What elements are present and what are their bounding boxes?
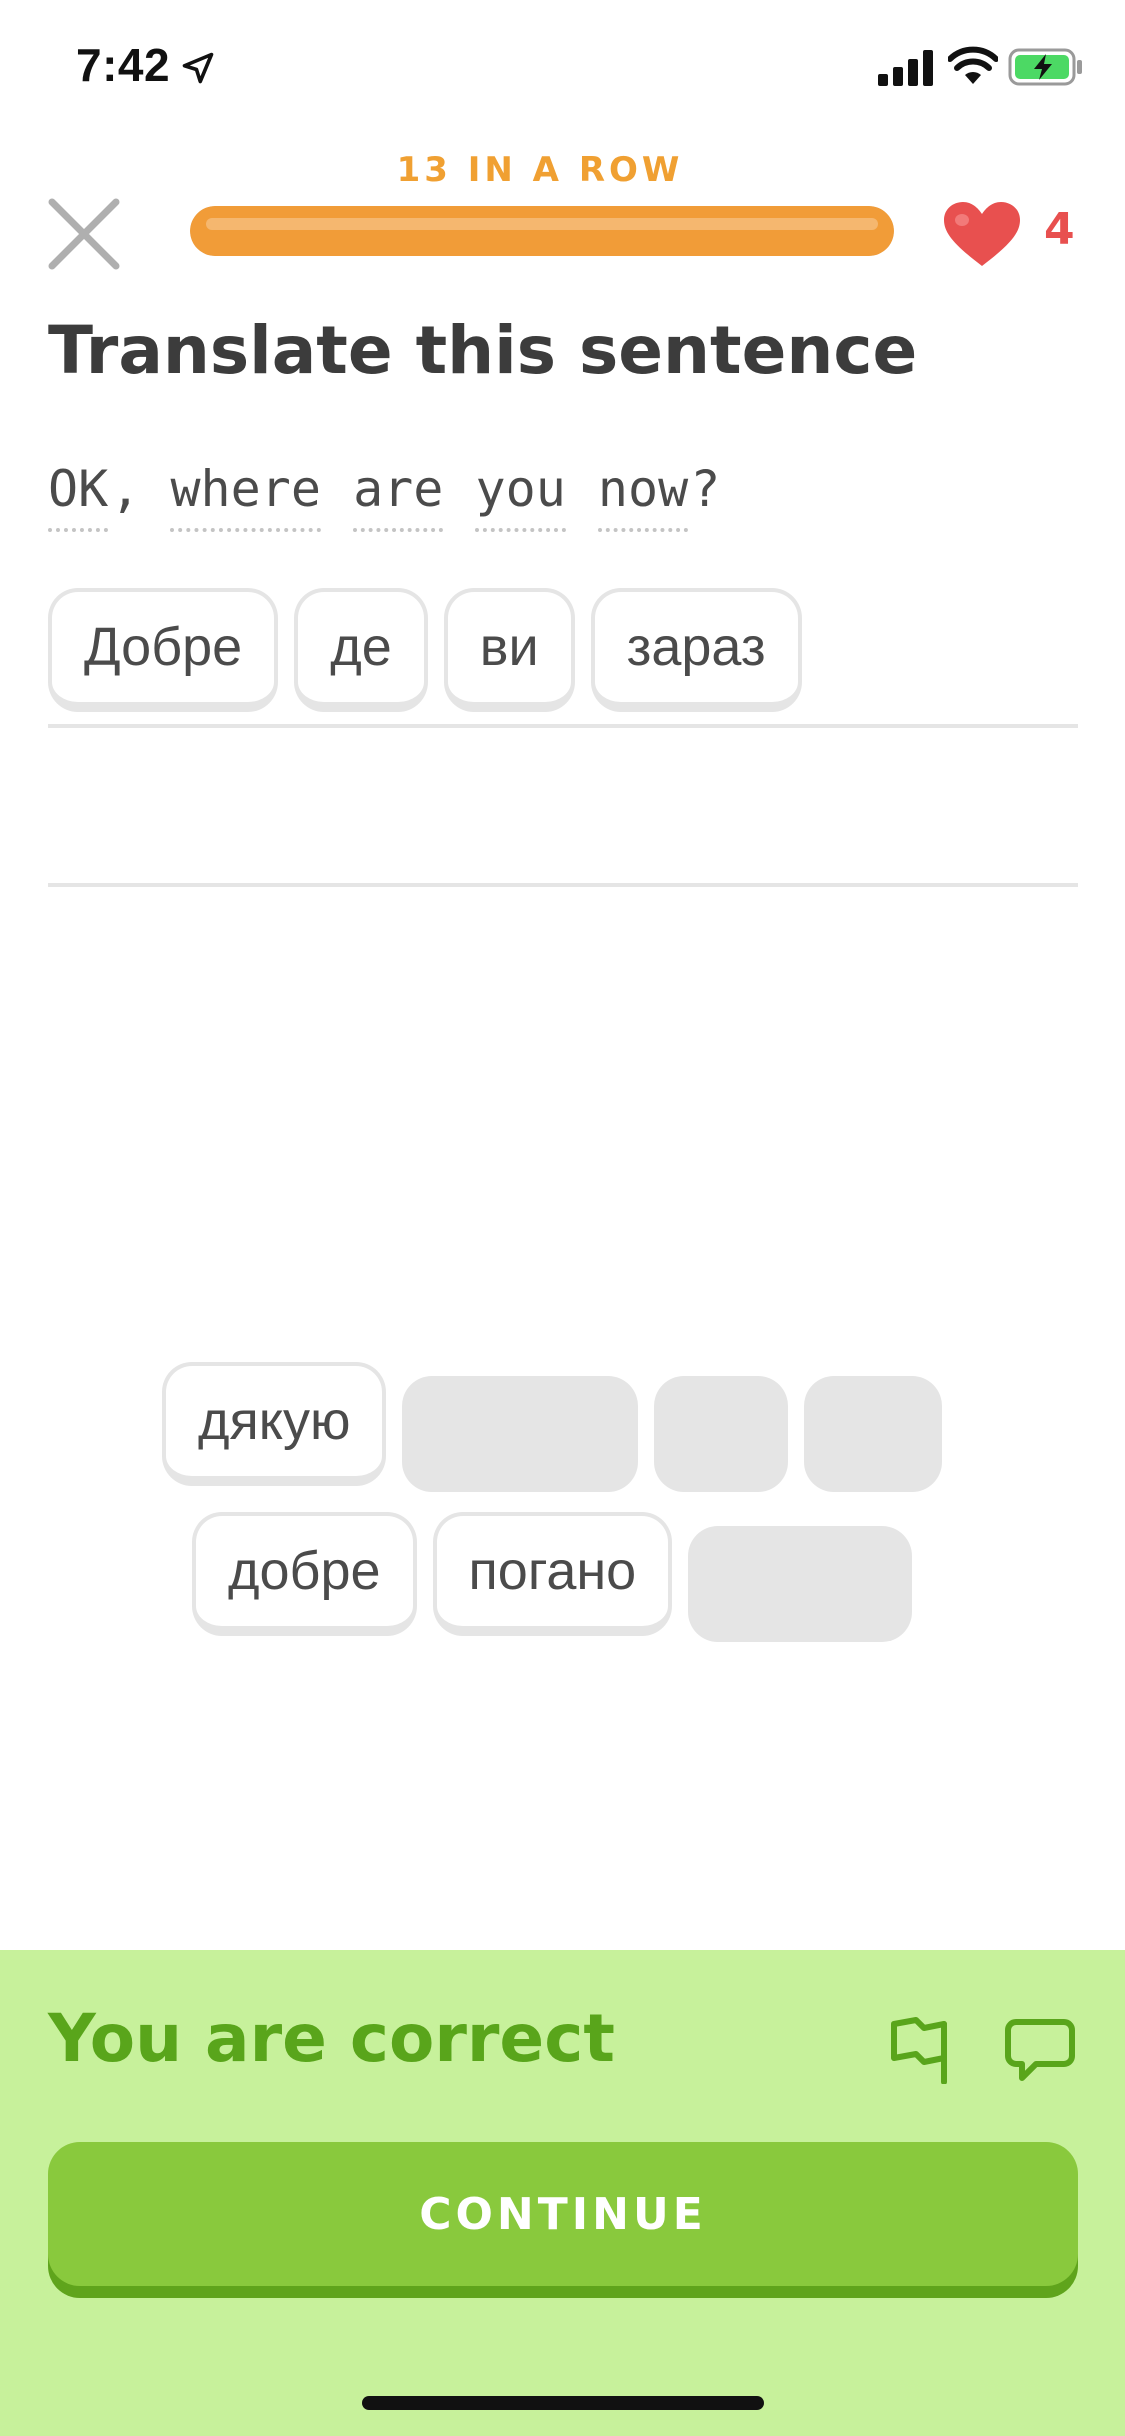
hint-word[interactable]: you — [475, 460, 566, 532]
hint-word[interactable]: OK — [48, 460, 109, 532]
exercise-title: Translate this sentence — [48, 312, 918, 389]
location-arrow-icon — [182, 52, 214, 84]
answer-tile[interactable]: ви — [443, 588, 575, 712]
hearts-count: 4 — [1044, 204, 1075, 255]
answer-tile[interactable]: Добре — [48, 588, 279, 712]
answer-line-1 — [48, 724, 1078, 728]
word-bank-empty-slot — [402, 1376, 639, 1492]
source-sentence: OK, where are you now? — [48, 460, 720, 532]
word-bank-empty-slot — [654, 1376, 789, 1492]
word-bank-row: дякую — [162, 1362, 943, 1492]
hint-word[interactable]: are — [353, 460, 444, 532]
punctuation: ? — [690, 460, 721, 518]
streak-label: 13 IN A ROW — [396, 150, 684, 190]
continue-button[interactable]: CONTINUE — [48, 2142, 1078, 2286]
hint-word[interactable]: now — [597, 460, 689, 532]
comment-icon[interactable] — [1004, 2018, 1076, 2082]
heart-icon — [944, 202, 1020, 266]
answer-tile[interactable]: зараз — [590, 588, 802, 712]
progress-fill — [190, 206, 894, 256]
answer-area: Добре де ви зараз — [48, 588, 802, 712]
status-bar: 7:42 — [0, 0, 1125, 140]
lesson-progress-bar — [190, 206, 894, 256]
battery-charging-icon — [1008, 48, 1082, 86]
feedback-panel: You are correct CONTINUE — [0, 1950, 1125, 2436]
hint-word[interactable]: where — [170, 460, 321, 532]
answer-tile[interactable]: де — [294, 588, 428, 712]
word-bank-tile[interactable]: добре — [192, 1512, 417, 1636]
home-indicator — [362, 2396, 764, 2410]
report-flag-icon[interactable] — [888, 2014, 952, 2084]
word-bank-row: добре погано — [192, 1512, 913, 1642]
word-bank-empty-slot — [804, 1376, 943, 1492]
punctuation: , — [110, 460, 141, 518]
feedback-title: You are correct — [48, 2000, 615, 2077]
word-bank-tile[interactable]: дякую — [162, 1362, 387, 1486]
word-bank-empty-slot — [688, 1526, 913, 1642]
word-bank-tile[interactable]: погано — [432, 1512, 673, 1636]
cellular-signal-icon — [878, 50, 933, 86]
status-time: 7:42 — [76, 39, 171, 91]
lesson-screen: 7:42 13 IN A ROW 4 Translate this senten… — [0, 0, 1125, 2436]
close-icon[interactable] — [46, 196, 122, 272]
answer-line-2 — [48, 883, 1078, 887]
wifi-icon — [948, 46, 998, 84]
